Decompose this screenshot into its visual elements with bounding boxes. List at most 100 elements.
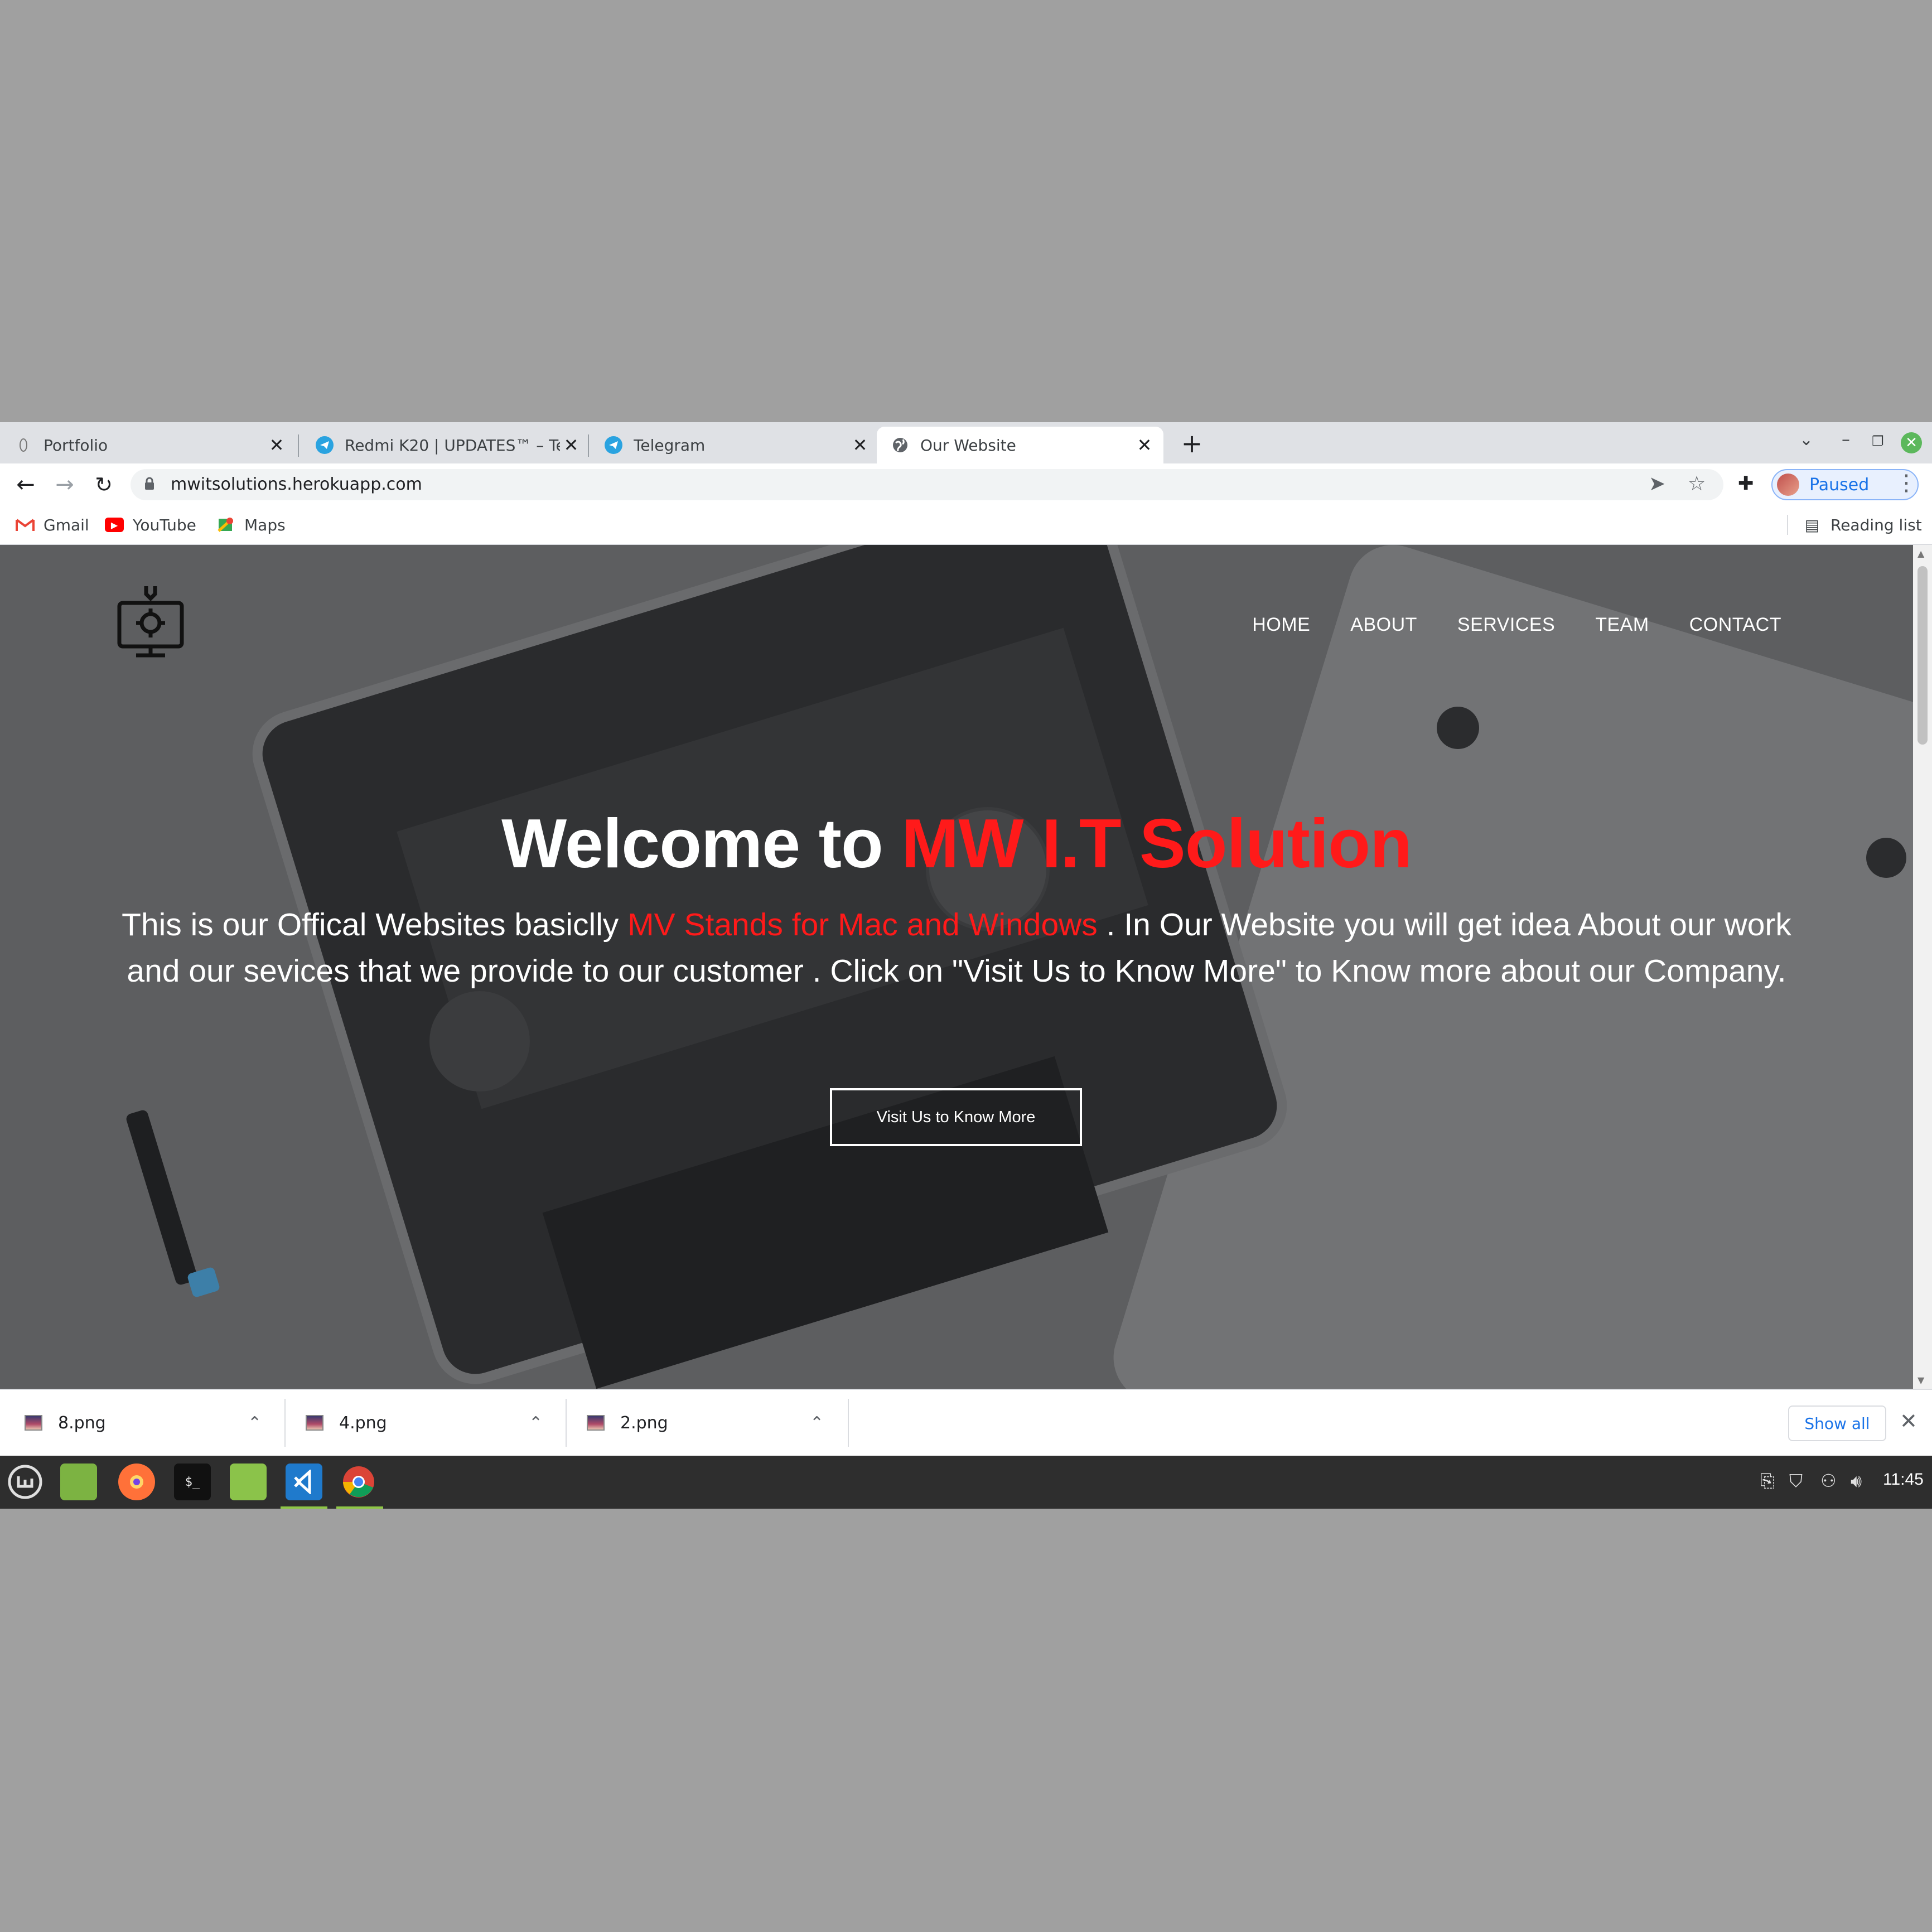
close-tab-icon[interactable]: ✕ [1133, 434, 1156, 456]
site-logo[interactable] [116, 584, 185, 659]
terminal-icon[interactable]: $_ [174, 1464, 211, 1500]
hero-description: This is our Offical Websites basiclly MV… [112, 902, 1801, 994]
chevron-up-icon[interactable]: ⌃ [810, 1413, 824, 1433]
nav-services[interactable]: SERVICES [1457, 614, 1555, 636]
site-nav: HOME ABOUT SERVICES TEAM CONTACT [1252, 614, 1781, 636]
show-desktop-icon[interactable] [60, 1464, 97, 1500]
mint-menu-icon[interactable] [7, 1464, 44, 1500]
shield-icon[interactable]: ⛉ [1789, 1470, 1803, 1492]
download-separator [284, 1399, 286, 1447]
download-filename: 4.png [339, 1413, 387, 1433]
background-rubber-foot [1437, 707, 1479, 749]
hero-title-accent: MW I.T Solution [901, 805, 1412, 882]
scroll-down-icon[interactable]: ▼ [1917, 1375, 1924, 1385]
reload-icon[interactable]: ↻ [90, 471, 117, 498]
tab-separator [588, 434, 589, 457]
globe-icon [891, 436, 909, 454]
lock-icon [145, 477, 154, 490]
download-filename: 2.png [620, 1413, 668, 1433]
nav-team[interactable]: TEAM [1595, 614, 1649, 636]
portfolio-favicon-icon [15, 436, 32, 454]
tab-redmi-updates[interactable]: Redmi K20 | UPDATES™ – Tele ✕ [301, 427, 590, 463]
background-fan [429, 991, 530, 1091]
reading-list-label: Reading list [1830, 515, 1922, 534]
gmail-icon [16, 518, 35, 532]
hero-text-accent: MV Stands for Mac and Windows [627, 907, 1098, 943]
close-tab-icon[interactable]: ✕ [560, 434, 582, 456]
tab-search-icon[interactable]: ⌄ [1799, 430, 1813, 450]
hero-title: Welcome to MW I.T Solution [0, 804, 1913, 883]
chrome-icon[interactable] [340, 1464, 377, 1500]
tab-telegram[interactable]: Telegram ✕ [590, 427, 879, 463]
bookmark-gmail[interactable]: Gmail [16, 506, 89, 544]
forward-arrow-icon[interactable]: → [51, 471, 78, 498]
reading-list-icon: ▤ [1804, 515, 1820, 534]
image-file-icon [587, 1415, 605, 1431]
new-tab-button[interactable]: + [1179, 431, 1205, 457]
menu-kebab-icon[interactable]: ⋮ [1895, 470, 1917, 496]
bookmark-label: Maps [244, 515, 286, 534]
image-file-icon [306, 1415, 323, 1431]
extensions-icon[interactable]: ✚ [1738, 472, 1754, 495]
page-scrollbar[interactable]: ▲ ▼ [1913, 545, 1932, 1389]
youtube-icon: ▶ [105, 518, 124, 532]
reading-list-button[interactable]: ▤ Reading list [1803, 506, 1922, 544]
bookmark-label: YouTube [133, 515, 196, 534]
network-icon[interactable]: ⚇ [1820, 1470, 1837, 1491]
bookmark-youtube[interactable]: ▶ YouTube [105, 506, 196, 544]
clock[interactable]: 11:45 [1883, 1470, 1924, 1489]
tab-portfolio[interactable]: Portfolio ✕ [0, 427, 296, 463]
download-item[interactable]: 2.png ⌃ [587, 1390, 832, 1456]
send-icon[interactable]: ➤ [1649, 472, 1665, 495]
tab-title: Redmi K20 | UPDATES™ – Tele [345, 436, 560, 455]
telegram-icon [316, 436, 334, 454]
chevron-up-icon[interactable]: ⌃ [529, 1413, 543, 1433]
chevron-up-icon[interactable]: ⌃ [248, 1413, 262, 1433]
web-page-hero: HOME ABOUT SERVICES TEAM CONTACT Welcome… [0, 545, 1913, 1389]
close-tab-icon[interactable]: ✕ [265, 434, 288, 456]
image-file-icon [25, 1415, 42, 1431]
bookmark-maps[interactable]: Maps [216, 506, 286, 544]
download-item[interactable]: 8.png ⌃ [25, 1390, 270, 1456]
background-screwdriver [125, 1109, 199, 1286]
bookmarks-bar: Gmail ▶ YouTube Maps ▤ Reading list [0, 506, 1932, 545]
url-text: mwitsolutions.herokuapp.com [171, 475, 422, 494]
nav-contact[interactable]: CONTACT [1689, 614, 1781, 636]
nav-home[interactable]: HOME [1252, 614, 1310, 636]
volume-icon[interactable]: 🔊︎ [1851, 1470, 1862, 1492]
scrollbar-thumb[interactable] [1917, 566, 1928, 745]
maps-icon [216, 518, 235, 532]
scroll-up-icon[interactable]: ▲ [1917, 548, 1924, 559]
bookmark-star-icon[interactable]: ☆ [1688, 472, 1706, 495]
minimize-icon[interactable]: – [1842, 430, 1850, 450]
close-tab-icon[interactable]: ✕ [849, 434, 871, 456]
files-icon[interactable] [230, 1464, 267, 1500]
address-bar[interactable]: mwitsolutions.herokuapp.com ➤ ☆ [131, 469, 1723, 500]
bookmarks-divider [1787, 515, 1788, 535]
bookmark-label: Gmail [44, 515, 89, 534]
close-window-icon[interactable]: ✕ [1901, 432, 1922, 453]
tab-strip: Portfolio ✕ Redmi K20 | UPDATES™ – Tele … [0, 422, 1932, 463]
nav-about[interactable]: ABOUT [1350, 614, 1417, 636]
restore-icon[interactable]: ❐ [1872, 433, 1884, 449]
firefox-icon[interactable] [118, 1464, 155, 1500]
hero-text-part1: This is our Offical Websites basiclly [122, 907, 628, 943]
show-all-button[interactable]: Show all [1788, 1405, 1886, 1441]
tab-our-website[interactable]: Our Website ✕ [877, 427, 1163, 463]
download-separator [848, 1399, 849, 1447]
browser-toolbar: ← → ↻ mwitsolutions.herokuapp.com ➤ ☆ ✚ … [0, 463, 1932, 506]
profile-status: Paused [1809, 475, 1870, 495]
download-filename: 8.png [58, 1413, 106, 1433]
download-item[interactable]: 4.png ⌃ [306, 1390, 551, 1456]
vscode-icon[interactable] [286, 1464, 322, 1500]
visit-us-button[interactable]: Visit Us to Know More [830, 1088, 1082, 1146]
tab-title: Portfolio [44, 436, 108, 455]
screen: Portfolio ✕ Redmi K20 | UPDATES™ – Tele … [0, 422, 1932, 1509]
os-taskbar: $_ ⎘ ⛉ ⚇ 🔊︎ 11:45 [0, 1456, 1932, 1509]
telegram-icon [605, 436, 622, 454]
back-arrow-icon[interactable]: ← [12, 471, 39, 498]
clipboard-icon[interactable]: ⎘ [1760, 1470, 1775, 1492]
tab-separator [298, 434, 299, 457]
download-shelf: 8.png ⌃ 4.png ⌃ 2.png ⌃ Show all ✕ [0, 1389, 1932, 1456]
close-download-shelf-icon[interactable]: ✕ [1900, 1409, 1917, 1433]
